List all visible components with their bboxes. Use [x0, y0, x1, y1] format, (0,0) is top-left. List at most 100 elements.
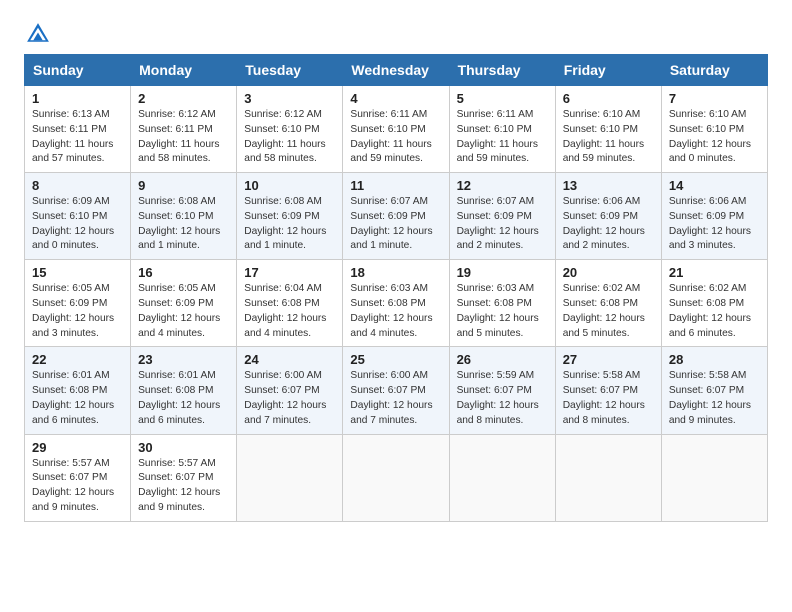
day-number: 24 [244, 352, 335, 367]
day-number: 30 [138, 440, 229, 455]
header-monday: Monday [131, 55, 237, 86]
day-info: Sunrise: 6:08 AMSunset: 6:10 PMDaylight:… [138, 195, 229, 254]
calendar-cell: 23Sunrise: 6:01 AMSunset: 6:08 PMDayligh… [131, 347, 237, 434]
day-info: Sunrise: 6:07 AMSunset: 6:09 PMDaylight:… [457, 195, 548, 254]
calendar-cell: 22Sunrise: 6:01 AMSunset: 6:08 PMDayligh… [25, 347, 131, 434]
calendar-cell: 14Sunrise: 6:06 AMSunset: 6:09 PMDayligh… [661, 173, 767, 260]
day-number: 16 [138, 265, 229, 280]
header-sunday: Sunday [25, 55, 131, 86]
header-saturday: Saturday [661, 55, 767, 86]
calendar-cell: 25 Sunrise: 6:00 AMSunset: 6:07 PMDayligh… [343, 347, 449, 434]
calendar-row: 1 Sunrise: 6:13 AMSunset: 6:11 PMDaylight… [25, 86, 768, 173]
day-number: 5 [457, 91, 548, 106]
calendar-cell: 11 Sunrise: 6:07 AMSunset: 6:09 PMDayligh… [343, 173, 449, 260]
calendar-cell: 16Sunrise: 6:05 AMSunset: 6:09 PMDayligh… [131, 260, 237, 347]
calendar-cell: 3 Sunrise: 6:12 AMSunset: 6:10 PMDaylight… [237, 86, 343, 173]
day-number: 7 [669, 91, 760, 106]
day-info: Sunrise: 6:04 AMSunset: 6:08 PMDaylight:… [244, 282, 335, 341]
calendar-cell-empty [237, 434, 343, 521]
day-info: Sunrise: 6:07 AMSunset: 6:09 PMDaylight:… [350, 195, 441, 254]
calendar-cell: 30 Sunrise: 5:57 AMSunset: 6:07 PMDayligh… [131, 434, 237, 521]
calendar-cell: 9Sunrise: 6:08 AMSunset: 6:10 PMDaylight… [131, 173, 237, 260]
day-info: Sunrise: 6:13 AMSunset: 6:11 PMDaylight:… [32, 108, 123, 167]
calendar-row: 29 Sunrise: 5:57 AMSunset: 6:07 PMDayligh… [25, 434, 768, 521]
day-number: 17 [244, 265, 335, 280]
calendar-cell: 12 Sunrise: 6:07 AMSunset: 6:09 PMDayligh… [449, 173, 555, 260]
calendar-cell: 18 Sunrise: 6:03 AMSunset: 6:08 PMDayligh… [343, 260, 449, 347]
calendar-cell: 13 Sunrise: 6:06 AMSunset: 6:09 PMDayligh… [555, 173, 661, 260]
calendar-cell: 28 Sunrise: 5:58 AMSunset: 6:07 PMDayligh… [661, 347, 767, 434]
calendar-cell: 20 Sunrise: 6:02 AMSunset: 6:08 PMDayligh… [555, 260, 661, 347]
day-info: Sunrise: 6:12 AMSunset: 6:11 PMDaylight:… [138, 108, 229, 167]
calendar-cell: 24 Sunrise: 6:00 AMSunset: 6:07 PMDayligh… [237, 347, 343, 434]
day-info: Sunrise: 5:58 AMSunset: 6:07 PMDaylight:… [669, 369, 760, 428]
header-friday: Friday [555, 55, 661, 86]
calendar-cell: 5 Sunrise: 6:11 AMSunset: 6:10 PMDaylight… [449, 86, 555, 173]
calendar-cell: 19 Sunrise: 6:03 AMSunset: 6:08 PMDayligh… [449, 260, 555, 347]
calendar-cell: 8Sunrise: 6:09 AMSunset: 6:10 PMDaylight… [25, 173, 131, 260]
header-tuesday: Tuesday [237, 55, 343, 86]
calendar-cell-empty [449, 434, 555, 521]
day-info: Sunrise: 6:08 AMSunset: 6:09 PMDaylight:… [244, 195, 335, 254]
day-number: 12 [457, 178, 548, 193]
day-info: Sunrise: 6:11 AMSunset: 6:10 PMDaylight:… [457, 108, 548, 167]
day-number: 6 [563, 91, 654, 106]
calendar-cell-empty [555, 434, 661, 521]
day-info: Sunrise: 5:58 AMSunset: 6:07 PMDaylight:… [563, 369, 654, 428]
calendar-header-row: SundayMondayTuesdayWednesdayThursdayFrid… [25, 55, 768, 86]
calendar-cell: 1 Sunrise: 6:13 AMSunset: 6:11 PMDaylight… [25, 86, 131, 173]
calendar-cell: 10 Sunrise: 6:08 AMSunset: 6:09 PMDayligh… [237, 173, 343, 260]
day-number: 20 [563, 265, 654, 280]
calendar-cell: 17 Sunrise: 6:04 AMSunset: 6:08 PMDayligh… [237, 260, 343, 347]
day-info: Sunrise: 5:57 AMSunset: 6:07 PMDaylight:… [32, 457, 123, 516]
day-number: 18 [350, 265, 441, 280]
day-number: 13 [563, 178, 654, 193]
day-number: 11 [350, 178, 441, 193]
day-number: 23 [138, 352, 229, 367]
day-info: Sunrise: 6:11 AMSunset: 6:10 PMDaylight:… [350, 108, 441, 167]
day-number: 19 [457, 265, 548, 280]
day-info: Sunrise: 6:03 AMSunset: 6:08 PMDaylight:… [457, 282, 548, 341]
day-info: Sunrise: 6:00 AMSunset: 6:07 PMDaylight:… [350, 369, 441, 428]
day-number: 14 [669, 178, 760, 193]
day-info: Sunrise: 5:59 AMSunset: 6:07 PMDaylight:… [457, 369, 548, 428]
header-thursday: Thursday [449, 55, 555, 86]
day-info: Sunrise: 6:10 AMSunset: 6:10 PMDaylight:… [563, 108, 654, 167]
day-info: Sunrise: 6:03 AMSunset: 6:08 PMDaylight:… [350, 282, 441, 341]
day-info: Sunrise: 6:06 AMSunset: 6:09 PMDaylight:… [563, 195, 654, 254]
logo-icon [24, 20, 52, 48]
logo [24, 20, 56, 48]
day-number: 8 [32, 178, 123, 193]
day-number: 21 [669, 265, 760, 280]
day-number: 25 [350, 352, 441, 367]
calendar-cell: 6 Sunrise: 6:10 AMSunset: 6:10 PMDaylight… [555, 86, 661, 173]
calendar-cell-empty [661, 434, 767, 521]
calendar-cell: 7 Sunrise: 6:10 AMSunset: 6:10 PMDaylight… [661, 86, 767, 173]
calendar-table: SundayMondayTuesdayWednesdayThursdayFrid… [24, 54, 768, 522]
day-number: 27 [563, 352, 654, 367]
day-number: 3 [244, 91, 335, 106]
day-number: 10 [244, 178, 335, 193]
day-number: 4 [350, 91, 441, 106]
day-number: 22 [32, 352, 123, 367]
header-wednesday: Wednesday [343, 55, 449, 86]
day-number: 28 [669, 352, 760, 367]
calendar-row: 8Sunrise: 6:09 AMSunset: 6:10 PMDaylight… [25, 173, 768, 260]
calendar-cell: 21Sunrise: 6:02 AMSunset: 6:08 PMDayligh… [661, 260, 767, 347]
calendar-cell: 2 Sunrise: 6:12 AMSunset: 6:11 PMDaylight… [131, 86, 237, 173]
day-number: 1 [32, 91, 123, 106]
calendar-cell: 4 Sunrise: 6:11 AMSunset: 6:10 PMDaylight… [343, 86, 449, 173]
day-number: 29 [32, 440, 123, 455]
day-info: Sunrise: 6:05 AMSunset: 6:09 PMDaylight:… [32, 282, 123, 341]
calendar-cell: 29 Sunrise: 5:57 AMSunset: 6:07 PMDayligh… [25, 434, 131, 521]
day-info: Sunrise: 6:10 AMSunset: 6:10 PMDaylight:… [669, 108, 760, 167]
day-info: Sunrise: 6:12 AMSunset: 6:10 PMDaylight:… [244, 108, 335, 167]
calendar-cell: 26Sunrise: 5:59 AMSunset: 6:07 PMDayligh… [449, 347, 555, 434]
day-number: 2 [138, 91, 229, 106]
day-info: Sunrise: 5:57 AMSunset: 6:07 PMDaylight:… [138, 457, 229, 516]
calendar-cell: 15Sunrise: 6:05 AMSunset: 6:09 PMDayligh… [25, 260, 131, 347]
day-info: Sunrise: 6:02 AMSunset: 6:08 PMDaylight:… [563, 282, 654, 341]
calendar-cell-empty [343, 434, 449, 521]
day-info: Sunrise: 6:00 AMSunset: 6:07 PMDaylight:… [244, 369, 335, 428]
calendar-row: 15Sunrise: 6:05 AMSunset: 6:09 PMDayligh… [25, 260, 768, 347]
